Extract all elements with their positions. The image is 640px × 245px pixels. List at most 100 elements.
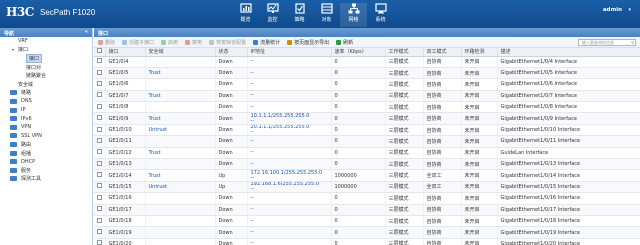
table-row[interactable]: GE1/0/10 Untrust Down 20.1.1.1/255.255.255.… — [94, 124, 640, 137]
column-header[interactable]: 环路检测 — [461, 48, 498, 57]
table-row[interactable]: GE1/0/11 Down -- 0 三层模式 自协商 未开启 GigabitEthernet… — [94, 135, 640, 148]
column-header[interactable]: 接口 — [105, 48, 146, 57]
row-checkbox[interactable] — [97, 137, 102, 143]
toolbar-button[interactable]: 刷新 — [336, 39, 353, 46]
toolbar-button[interactable]: 按页面显示导出 — [287, 39, 329, 46]
search-input[interactable]: 输入要查询的信息 ⚲ — [578, 39, 636, 46]
row-checkbox[interactable] — [97, 58, 102, 64]
column-header[interactable]: 双工模式 — [423, 48, 462, 57]
sidebar-item[interactable]: VRF — [0, 37, 92, 46]
column-header[interactable]: IP地址 — [247, 48, 332, 57]
table-row[interactable]: GE1/0/19 Down -- 0 三层模式 自协商 未开启 GigabitEthernet… — [94, 226, 640, 239]
cell-iface: GE1/0/19 — [105, 226, 146, 239]
row-checkbox[interactable] — [97, 183, 102, 189]
column-header[interactable]: 安全域 — [145, 48, 216, 57]
table-row[interactable]: GE1/0/14 Trust Up 172.16.100.1/255.255.255.… — [94, 169, 640, 182]
table-row[interactable]: GE1/0/13 Down -- 0 三层模式 自协商 未开启 GigabitEthernet… — [94, 158, 640, 171]
row-checkbox[interactable] — [97, 69, 102, 75]
row-checkbox[interactable] — [97, 160, 102, 166]
cell-ip: -- — [247, 67, 332, 80]
folder-icon — [10, 141, 17, 147]
cell-iface: GE1/0/17 — [105, 204, 146, 216]
nav-item-object[interactable]: 对象 — [313, 3, 340, 27]
table-row[interactable]: GE1/0/16 Down -- 0 三层模式 自协商 未开启 GigabitEthernet… — [94, 192, 640, 205]
sidebar-item[interactable]: 探测工具 — [0, 175, 92, 184]
row-select-cell — [94, 158, 106, 171]
table-row[interactable]: GE1/0/5 Trust Down -- 0 三层模式 自协商 未开启 GigabitEthe… — [94, 67, 640, 80]
table-row[interactable]: GE1/0/6 Down -- 0 三层模式 自协商 未开启 GigabitEthernet1… — [94, 78, 640, 91]
table-row[interactable]: GE1/0/15 Untrust Up 192.168.1.6/255.255.255… — [94, 181, 640, 194]
sidebar-item[interactable]: SSL VPN — [0, 132, 92, 141]
toolbar-button[interactable]: 创建子接口 — [122, 39, 154, 46]
row-checkbox[interactable] — [97, 206, 102, 212]
row-checkbox[interactable] — [97, 240, 102, 245]
cell-rate: 0 — [331, 238, 386, 245]
ip-placeholder: -- — [250, 217, 255, 224]
row-checkbox[interactable] — [97, 149, 102, 155]
sidebar-item[interactable]: 接口对 — [0, 63, 92, 72]
cell-zone — [145, 215, 216, 228]
row-checkbox[interactable] — [97, 115, 102, 121]
toolbar-button[interactable]: 流量统计 — [253, 39, 280, 46]
sidebar-item-label: 探测工具 — [21, 176, 42, 183]
column-header[interactable]: 速率（Kbps） — [331, 48, 386, 57]
ip-placeholder: -- — [250, 149, 255, 156]
search-placeholder: 输入要查询的信息 — [582, 40, 614, 45]
sidebar-item[interactable]: DHCP — [0, 157, 92, 166]
table-row[interactable]: GE1/0/9 Trust Down 10.1.1.1/255.255.255.0 --… — [94, 112, 640, 125]
cell-ip: -- — [247, 78, 332, 91]
sidebar-item[interactable]: 链路聚合 — [0, 71, 92, 80]
column-header[interactable]: 工作模式 — [385, 48, 424, 57]
row-checkbox[interactable] — [97, 194, 102, 200]
user-menu[interactable]: admin — [603, 7, 622, 13]
row-checkbox[interactable] — [97, 217, 102, 223]
toolbar-button[interactable]: 启用 — [161, 39, 178, 46]
nav-item-network[interactable]: 网络 — [340, 3, 367, 27]
sidebar-item[interactable]: ▾ 接口 — [0, 46, 92, 55]
folder-icon — [10, 176, 17, 182]
row-checkbox[interactable] — [97, 103, 102, 109]
cell-status: Down — [215, 215, 248, 228]
sidebar-item[interactable]: DNS — [0, 97, 92, 106]
table-row[interactable]: GE1/0/18 Down -- 0 三层模式 自协商 未开启 GigabitEthernet… — [94, 215, 640, 228]
sidebar-item[interactable]: 组播 — [0, 149, 92, 158]
sidebar-item[interactable]: 安全域 — [0, 80, 92, 89]
collapse-icon[interactable]: « — [85, 29, 88, 35]
row-checkbox[interactable] — [97, 229, 102, 235]
table-row[interactable]: GE1/0/12 Trust Down -- 0 三层模式 自协商 未开启 GuideLan I… — [94, 147, 640, 160]
table-row[interactable]: GE1/0/20 Down -- 0 三层模式 自协商 未开启 GigabitEthernet… — [94, 238, 640, 245]
row-checkbox[interactable] — [97, 92, 102, 98]
sidebar-item[interactable]: IPv6 — [0, 114, 92, 123]
sidebar-item[interactable]: 路由 — [0, 140, 92, 149]
column-header[interactable]: 状态 — [215, 48, 248, 57]
toolbar-button[interactable]: 删除 — [98, 39, 115, 46]
sidebar-item[interactable]: 接口 — [0, 53, 92, 63]
table-row[interactable]: GE1/0/4 Down -- 0 三层模式 自协商 未开启 GigabitEthernet1… — [94, 56, 640, 68]
sidebar-item[interactable]: 服务 — [0, 166, 92, 175]
row-checkbox[interactable] — [97, 172, 102, 178]
nav-item-system[interactable]: 系统 — [367, 3, 394, 27]
chevron-down-icon[interactable]: ▾ — [628, 7, 631, 13]
top-bar: H3C SecPath F1020 概览 监控 策略 对象 网络 系统 admin ▾ — [0, 0, 640, 28]
select-all-checkbox[interactable] — [97, 48, 102, 54]
toolbar-button[interactable]: 恢复缺省配置 — [209, 39, 246, 46]
search-icon[interactable]: ⚲ — [631, 40, 634, 45]
column-header[interactable]: 描述 — [497, 48, 640, 57]
table-row[interactable]: GE1/0/7 Trust Down -- 0 三层模式 自协商 未开启 GigabitEthe… — [94, 90, 640, 103]
row-checkbox[interactable] — [97, 80, 102, 86]
folder-icon — [10, 124, 17, 130]
sidebar-item[interactable]: 链路 — [0, 89, 92, 98]
sidebar-item[interactable]: IP — [0, 106, 92, 115]
nav-item-dashboard[interactable]: 概览 — [232, 3, 259, 27]
cell-desc: GigabitEthernet1/0/5 Interface — [497, 67, 640, 80]
nav-item-monitor[interactable]: 监控 — [259, 3, 286, 27]
toolbar-button[interactable]: 禁用 — [185, 39, 202, 46]
table-row[interactable]: GE1/0/8 Down -- 0 三层模式 自协商 未开启 GigabitEthernet1… — [94, 101, 640, 114]
folder-icon — [10, 90, 17, 96]
toolbar-button-label: 启用 — [168, 39, 179, 46]
nav-item-policy[interactable]: 策略 — [286, 3, 313, 27]
row-checkbox[interactable] — [97, 126, 102, 132]
sidebar-item[interactable]: VPN — [0, 123, 92, 132]
cell-iface: GE1/0/13 — [105, 158, 146, 171]
table-row[interactable]: GE1/0/17 Down -- 0 三层模式 自协商 未开启 GigabitEthernet… — [94, 204, 640, 216]
